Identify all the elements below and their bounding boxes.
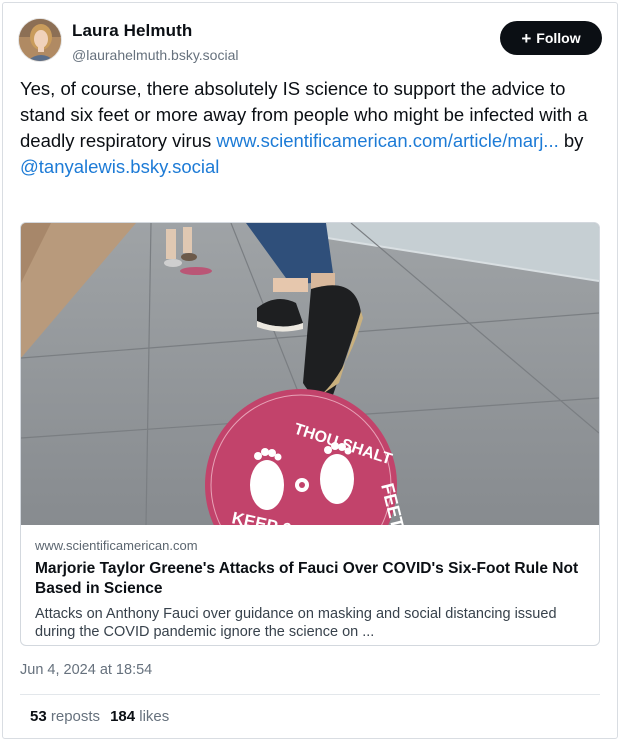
post-timestamp[interactable]: Jun 4, 2024 at 18:54 <box>20 662 152 678</box>
likes-stat[interactable]: 184 likes <box>110 708 169 725</box>
avatar-photo-icon <box>19 19 61 61</box>
card-domain: www.scientificamerican.com <box>35 538 198 553</box>
plus-icon: + <box>521 28 532 48</box>
card-image: THOU SHALT FEET KEEP 6 <box>21 223 599 525</box>
post-stats: 53 reposts 184 likes <box>30 708 169 725</box>
divider <box>20 694 600 695</box>
reposts-stat[interactable]: 53 reposts <box>30 708 100 725</box>
by-text: by <box>563 130 584 151</box>
author-mention-link[interactable]: @tanyalewis.bsky.social <box>20 156 219 177</box>
author-display-name[interactable]: Laura Helmuth <box>72 21 238 41</box>
author-handle[interactable]: @laurahelmuth.bsky.social <box>72 45 238 65</box>
avatar[interactable] <box>18 18 62 62</box>
card-title: Marjorie Taylor Greene's Attacks of Fauc… <box>35 560 579 597</box>
card-body: www.scientificamerican.com Marjorie Tayl… <box>35 537 591 641</box>
reposts-count: 53 <box>30 708 47 725</box>
article-link[interactable]: www.scientificamerican.com/article/marj.… <box>216 130 558 151</box>
reposts-label: reposts <box>50 708 101 725</box>
post-header: Laura Helmuth @laurahelmuth.bsky.social … <box>18 18 602 68</box>
post-text: Yes, of course, there absolutely IS scie… <box>20 76 600 180</box>
likes-count: 184 <box>110 708 136 725</box>
link-preview-card[interactable]: THOU SHALT FEET KEEP 6 www.scientificame… <box>20 222 600 646</box>
follow-button-label: Follow <box>536 30 581 46</box>
follow-button[interactable]: + Follow <box>500 21 602 55</box>
author-names: Laura Helmuth @laurahelmuth.bsky.social <box>72 21 238 65</box>
likes-label: likes <box>139 708 170 725</box>
card-description: Attacks on Anthony Fauci over guidance o… <box>35 606 557 640</box>
